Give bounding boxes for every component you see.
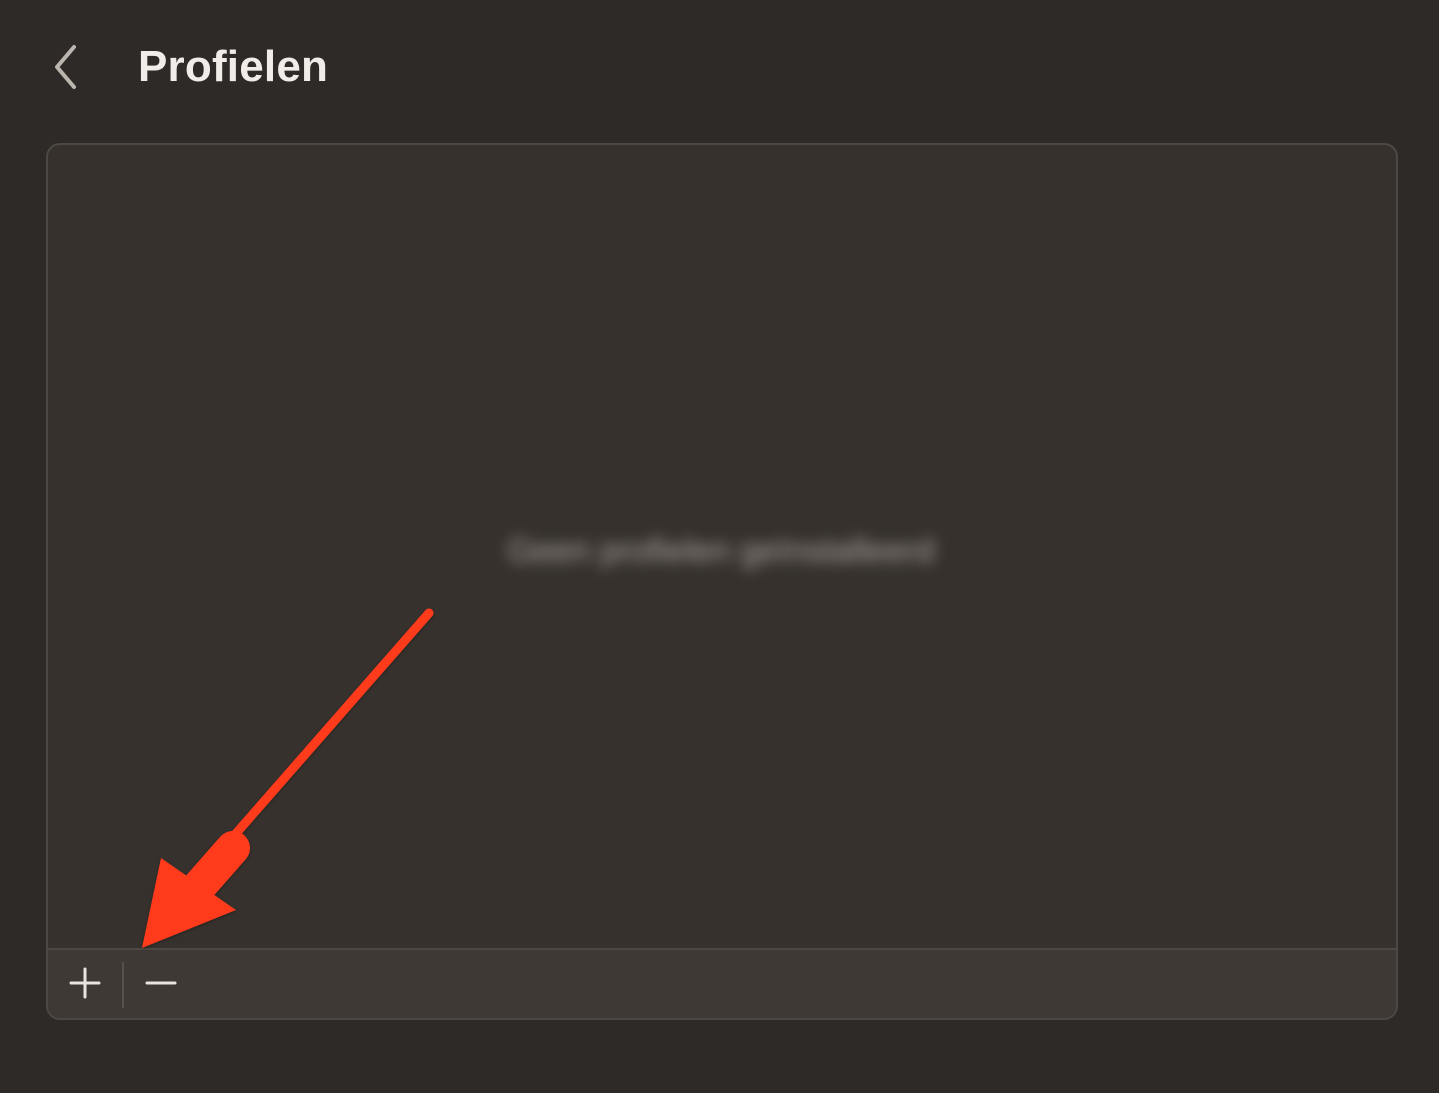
minus-icon: [143, 965, 179, 1006]
header: Profielen: [0, 0, 1439, 130]
page-title: Profielen: [138, 42, 329, 91]
empty-list-message: Geen profielen geïnstalleerd: [507, 532, 935, 570]
back-button[interactable]: [40, 36, 92, 98]
list-toolbar: [48, 948, 1396, 1018]
chevron-left-icon: [49, 43, 83, 91]
profiles-list: Geen profielen geïnstalleerd: [48, 145, 1396, 948]
profiles-list-panel: Geen profielen geïnstalleerd: [46, 143, 1398, 1020]
plus-icon: [67, 965, 103, 1006]
add-button[interactable]: [48, 950, 122, 1018]
remove-button[interactable]: [124, 950, 198, 1018]
